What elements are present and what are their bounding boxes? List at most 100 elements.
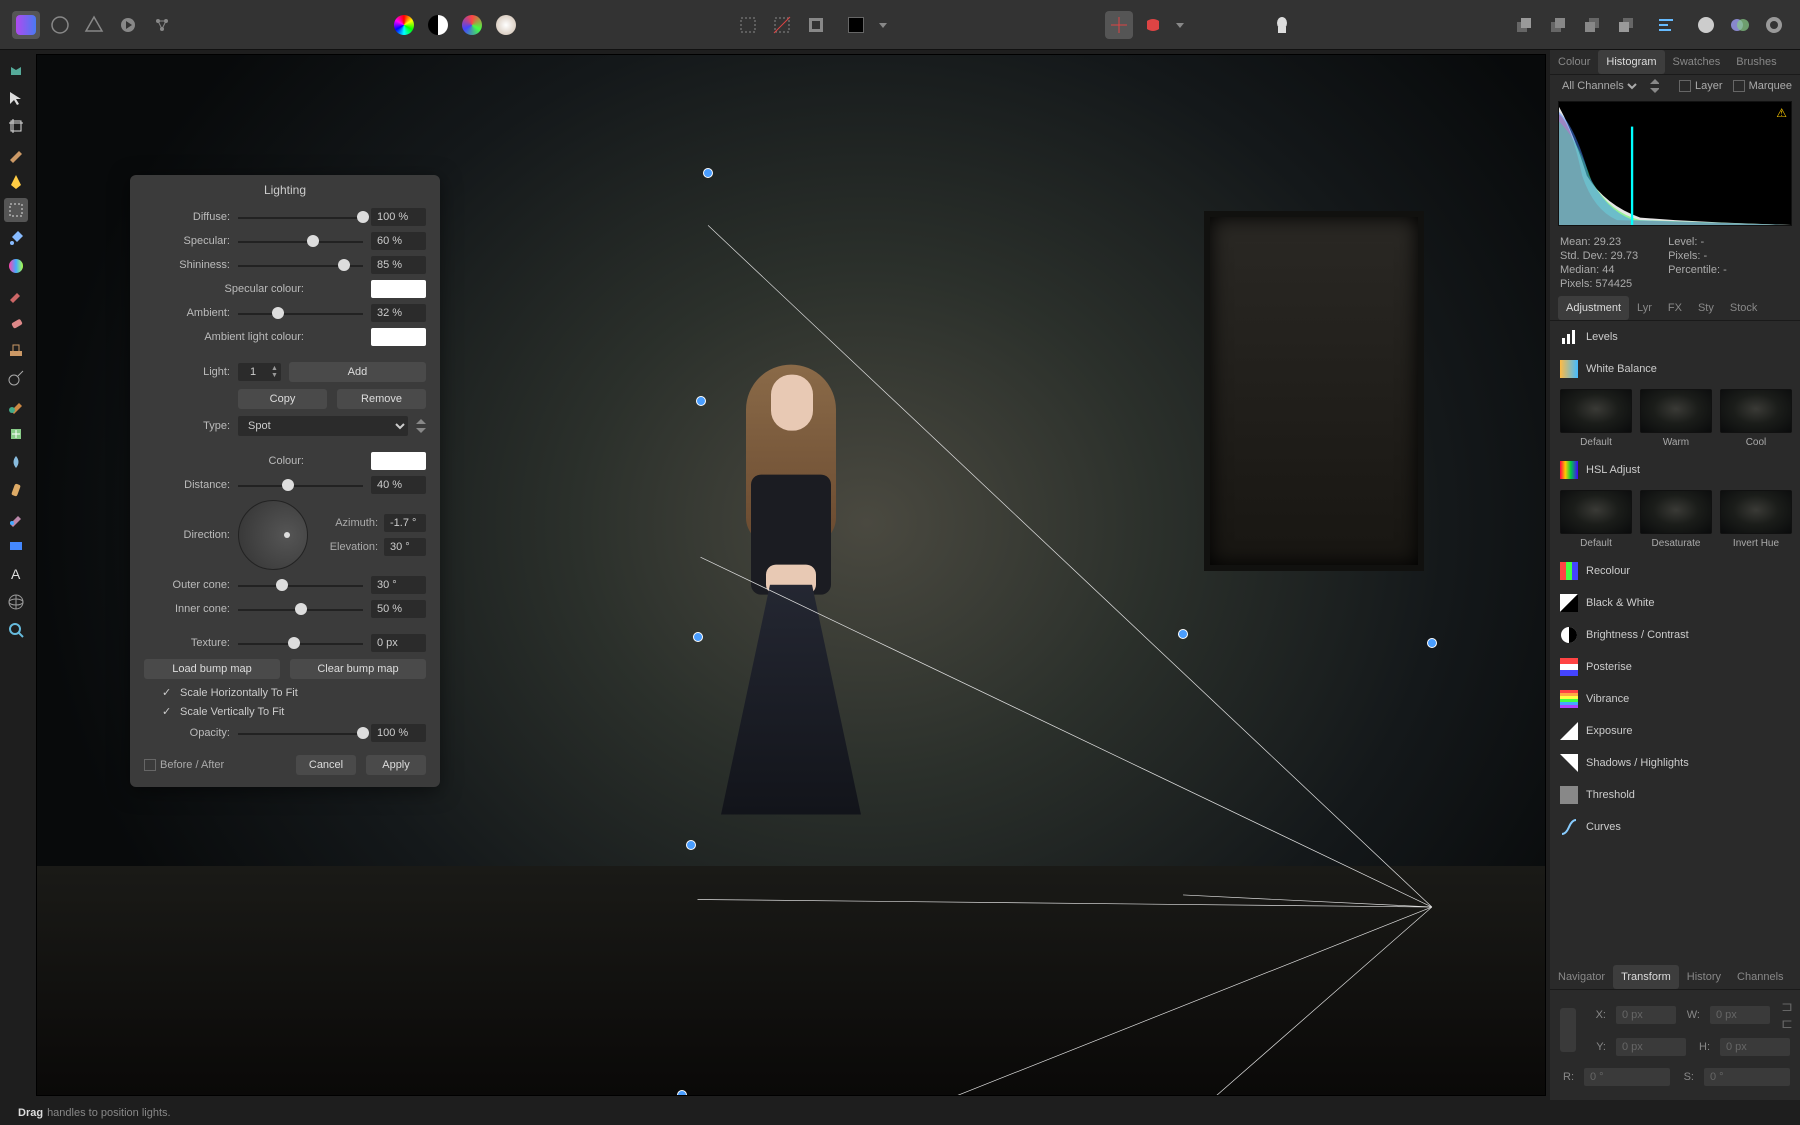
gradient-tool[interactable] bbox=[4, 254, 28, 278]
snapping-dropdown[interactable] bbox=[1173, 11, 1187, 39]
photo-persona-button[interactable] bbox=[12, 11, 40, 39]
apply-button[interactable]: Apply bbox=[366, 755, 426, 775]
copy-light-button[interactable]: Copy bbox=[238, 389, 327, 409]
auto-white-balance-button[interactable] bbox=[492, 11, 520, 39]
light-type-select[interactable]: Spot bbox=[238, 416, 408, 436]
view-tool[interactable] bbox=[4, 58, 28, 82]
light-colour-swatch[interactable] bbox=[371, 452, 426, 470]
before-after-checkbox[interactable]: Before / After bbox=[144, 759, 224, 771]
dodge-brush-tool[interactable] bbox=[4, 366, 28, 390]
refine-button[interactable] bbox=[1760, 11, 1788, 39]
elevation-value[interactable] bbox=[384, 538, 426, 556]
tab-colour[interactable]: Colour bbox=[1550, 50, 1598, 74]
adjustment-posterise[interactable]: Posterise bbox=[1550, 651, 1800, 683]
h-input[interactable] bbox=[1720, 1038, 1790, 1056]
select-all-button[interactable] bbox=[734, 11, 762, 39]
diffuse-slider[interactable] bbox=[238, 210, 363, 224]
load-bump-map-button[interactable]: Load bump map bbox=[144, 659, 280, 679]
light-handle-3[interactable] bbox=[1178, 629, 1188, 639]
tab-history[interactable]: History bbox=[1679, 965, 1729, 989]
adjustment-shadows-highlights[interactable]: Shadows / Highlights bbox=[1550, 747, 1800, 779]
cancel-button[interactable]: Cancel bbox=[296, 755, 356, 775]
develop-persona-button[interactable] bbox=[80, 11, 108, 39]
adjustment-exposure[interactable]: Exposure bbox=[1550, 715, 1800, 747]
clear-bump-map-button[interactable]: Clear bump map bbox=[290, 659, 426, 679]
assistant-button[interactable] bbox=[1268, 11, 1296, 39]
distance-slider[interactable] bbox=[238, 478, 363, 492]
paint-brush-tool[interactable] bbox=[4, 282, 28, 306]
distance-value[interactable] bbox=[371, 476, 426, 494]
snapping-button[interactable] bbox=[1105, 11, 1133, 39]
opacity-slider[interactable] bbox=[238, 726, 363, 740]
adjustment-threshold[interactable]: Threshold bbox=[1550, 779, 1800, 811]
tab-stock[interactable]: Stock bbox=[1722, 296, 1766, 320]
outer-cone-slider[interactable] bbox=[238, 578, 363, 592]
crop-tool[interactable] bbox=[4, 114, 28, 138]
transform-origin-widget[interactable] bbox=[1560, 1008, 1576, 1052]
light-handle-1[interactable] bbox=[696, 396, 706, 406]
auto-contrast-button[interactable] bbox=[424, 11, 452, 39]
move-tool[interactable] bbox=[4, 86, 28, 110]
crop-tool-button[interactable] bbox=[1726, 11, 1754, 39]
light-handle-4[interactable] bbox=[1427, 638, 1437, 648]
outer-cone-value[interactable] bbox=[371, 576, 426, 594]
text-tool[interactable]: A bbox=[4, 562, 28, 586]
channel-dropdown[interactable]: All Channels bbox=[1558, 79, 1640, 93]
add-light-button[interactable]: Add bbox=[289, 362, 426, 382]
preset-desaturate[interactable]: Desaturate bbox=[1640, 490, 1712, 549]
swatch-dropdown[interactable] bbox=[876, 11, 890, 39]
auto-levels-button[interactable] bbox=[390, 11, 418, 39]
move-to-front-button[interactable] bbox=[1510, 11, 1538, 39]
clone-brush-tool[interactable] bbox=[4, 338, 28, 362]
azimuth-value[interactable] bbox=[384, 514, 426, 532]
color-replacement-brush-tool[interactable] bbox=[4, 506, 28, 530]
layer-checkbox[interactable]: Layer bbox=[1679, 80, 1723, 92]
ambient-colour-swatch[interactable] bbox=[371, 328, 426, 346]
adjustment-brightness-contrast[interactable]: Brightness / Contrast bbox=[1550, 619, 1800, 651]
pen-tool[interactable] bbox=[4, 170, 28, 194]
texture-value[interactable] bbox=[371, 634, 426, 652]
tone-map-persona-button[interactable] bbox=[114, 11, 142, 39]
specular-value[interactable] bbox=[371, 232, 426, 250]
healing-brush-tool[interactable] bbox=[4, 422, 28, 446]
light-handle-2[interactable] bbox=[693, 632, 703, 642]
preset-invert-hue[interactable]: Invert Hue bbox=[1720, 490, 1792, 549]
selection-brush-tool[interactable] bbox=[4, 142, 28, 166]
blur-brush-tool[interactable] bbox=[4, 450, 28, 474]
tab-transform[interactable]: Transform bbox=[1613, 965, 1679, 989]
adjustment-curves[interactable]: Curves bbox=[1550, 811, 1800, 843]
light-handle-0[interactable] bbox=[703, 168, 713, 178]
size-lock-icon[interactable]: ⊐⊏ bbox=[1782, 998, 1792, 1032]
texture-slider[interactable] bbox=[238, 636, 363, 650]
move-backward-button[interactable] bbox=[1578, 11, 1606, 39]
mesh-warp-tool[interactable] bbox=[4, 590, 28, 614]
auto-colours-button[interactable] bbox=[458, 11, 486, 39]
adjustment-recolour[interactable]: Recolour bbox=[1550, 555, 1800, 587]
x-input[interactable] bbox=[1616, 1006, 1676, 1024]
flood-fill-tool[interactable] bbox=[4, 226, 28, 250]
tab-adjustment[interactable]: Adjustment bbox=[1558, 296, 1629, 320]
preset-default[interactable]: Default bbox=[1560, 490, 1632, 549]
opacity-value[interactable] bbox=[371, 724, 426, 742]
liquify-persona-button[interactable] bbox=[46, 11, 74, 39]
tab-brushes[interactable]: Brushes bbox=[1728, 50, 1784, 74]
light-handle-5[interactable] bbox=[686, 840, 696, 850]
adjustment-hsl-adjust[interactable]: HSL Adjust bbox=[1550, 454, 1800, 486]
adjustment-levels[interactable]: Levels bbox=[1550, 321, 1800, 353]
smudge-brush-tool[interactable] bbox=[4, 478, 28, 502]
marquee-checkbox[interactable]: Marquee bbox=[1733, 80, 1792, 92]
export-persona-button[interactable] bbox=[148, 11, 176, 39]
deselect-button[interactable] bbox=[768, 11, 796, 39]
zoom-tool[interactable] bbox=[4, 618, 28, 642]
r-input[interactable] bbox=[1584, 1068, 1670, 1086]
marquee-tool[interactable] bbox=[4, 198, 28, 222]
tab-sty[interactable]: Sty bbox=[1690, 296, 1722, 320]
inner-cone-value[interactable] bbox=[371, 600, 426, 618]
inpainting-brush-tool[interactable] bbox=[4, 394, 28, 418]
quick-mask-button[interactable] bbox=[1692, 11, 1720, 39]
specular-colour-swatch[interactable] bbox=[371, 280, 426, 298]
tab-fx[interactable]: FX bbox=[1660, 296, 1690, 320]
erase-brush-tool[interactable] bbox=[4, 310, 28, 334]
move-to-back-button[interactable] bbox=[1612, 11, 1640, 39]
inner-cone-slider[interactable] bbox=[238, 602, 363, 616]
